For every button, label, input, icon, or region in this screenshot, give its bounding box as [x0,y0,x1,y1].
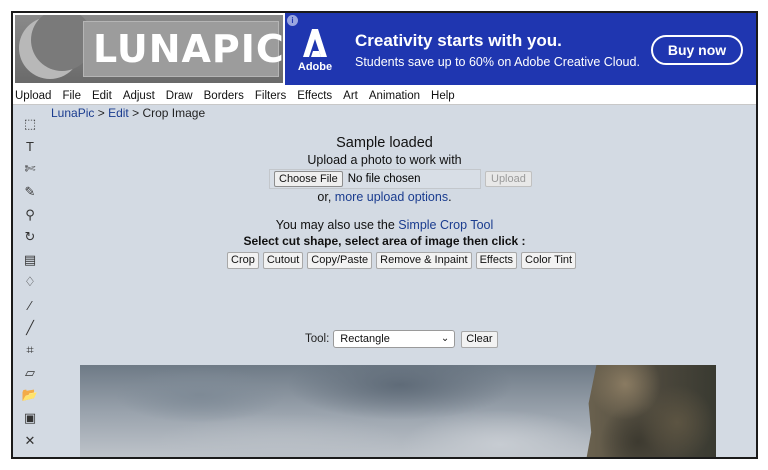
layers-icon[interactable]: ▤ [19,249,41,272]
more-upload-options-link[interactable]: more upload options [335,190,448,204]
remove-inpaint-button[interactable]: Remove & Inpaint [376,252,472,269]
simple-crop-line: You may also use the Simple Crop Tool [13,218,756,232]
breadcrumb: LunaPic > Edit > Crop Image [51,106,205,120]
simple-crop-tool-link[interactable]: Simple Crop Tool [398,218,493,232]
eyedropper-icon[interactable]: ⁄ [19,294,41,317]
tool-dropdown[interactable]: Rectangle ⌄ [333,330,456,348]
save-icon[interactable]: ▣ [19,407,41,430]
crop-button[interactable]: Crop [227,252,259,269]
breadcrumb-separator: > [94,106,109,120]
brush-icon[interactable]: ╱ [19,316,41,339]
menu-draw[interactable]: Draw [166,88,193,104]
tool-select-row: Tool: Rectangle ⌄ Clear [305,330,498,348]
adobe-logo-icon [303,29,327,57]
breadcrumb-home-link[interactable]: LunaPic [51,106,94,120]
menu-art[interactable]: Art [343,88,358,104]
file-input-value: No file chosen [347,173,421,185]
more-upload-line: or, more upload options. [13,190,756,204]
upload-button[interactable]: Upload [485,171,532,187]
tool-dropdown-value: Rectangle [340,333,390,345]
close-icon[interactable]: ✕ [19,429,41,452]
lunapic-logo[interactable]: LUNAPIC [15,15,283,83]
paint-bucket-icon[interactable]: ♢ [19,271,41,294]
crop-icon[interactable]: ⌗ [19,339,41,362]
chevron-down-icon: ⌄ [440,333,450,344]
browser-viewport: LUNAPIC i Adobe Creativity starts with y… [11,11,758,459]
menu-animation[interactable]: Animation [369,88,420,104]
more-upload-suffix: . [448,190,452,204]
action-buttons: Crop Cutout Copy/Paste Remove & Inpaint … [227,252,580,269]
menu-adjust[interactable]: Adjust [123,88,155,104]
open-folder-icon[interactable]: 📂 [19,384,41,407]
status-title: Sample loaded [336,135,433,151]
breadcrumb-current: Crop Image [142,106,206,120]
logo-text: LUNAPIC [93,27,283,71]
instruction-text: Select cut shape, select area of image t… [243,234,526,248]
choose-file-button[interactable]: Choose File [274,171,343,187]
select-icon[interactable]: ⬚ [19,113,41,136]
tool-label: Tool: [305,333,330,345]
ad-headline: Creativity starts with you. [355,31,562,50]
menu-upload[interactable]: Upload [15,88,51,104]
image-canvas[interactable] [80,365,716,457]
menu-bar: Upload File Edit Adjust Draw Borders Fil… [13,88,756,105]
ad-brand: Adobe [297,61,333,73]
menu-edit[interactable]: Edit [92,88,112,104]
menu-file[interactable]: File [62,88,81,104]
color-tint-button[interactable]: Color Tint [521,252,577,269]
adobe-ad-banner[interactable]: i Adobe Creativity starts with you. Stud… [285,13,756,85]
breadcrumb-separator: > [128,106,143,120]
rock-cliff [586,365,716,457]
menu-effects[interactable]: Effects [297,88,332,104]
copy-paste-button[interactable]: Copy/Paste [307,252,373,269]
file-upload-row: Choose File No file chosen Upload [269,169,532,189]
more-upload-prefix: or, [317,190,335,204]
effects-button[interactable]: Effects [475,252,518,269]
file-input[interactable]: Choose File No file chosen [269,169,481,189]
cutout-button[interactable]: Cutout [262,252,304,269]
ad-info-icon[interactable]: i [287,15,298,26]
menu-borders[interactable]: Borders [204,88,244,104]
ad-subline: Students save up to 60% on Adobe Creativ… [355,55,640,69]
upload-prompt: Upload a photo to work with [307,153,462,167]
breadcrumb-edit-link[interactable]: Edit [108,106,129,120]
eraser-icon[interactable]: ▱ [19,362,41,385]
buy-now-button[interactable]: Buy now [651,35,743,65]
header: LUNAPIC i Adobe Creativity starts with y… [13,13,756,88]
menu-help[interactable]: Help [431,88,455,104]
menu-filters[interactable]: Filters [255,88,286,104]
simple-crop-prefix: You may also use the [275,218,399,232]
clear-button[interactable]: Clear [461,330,498,348]
